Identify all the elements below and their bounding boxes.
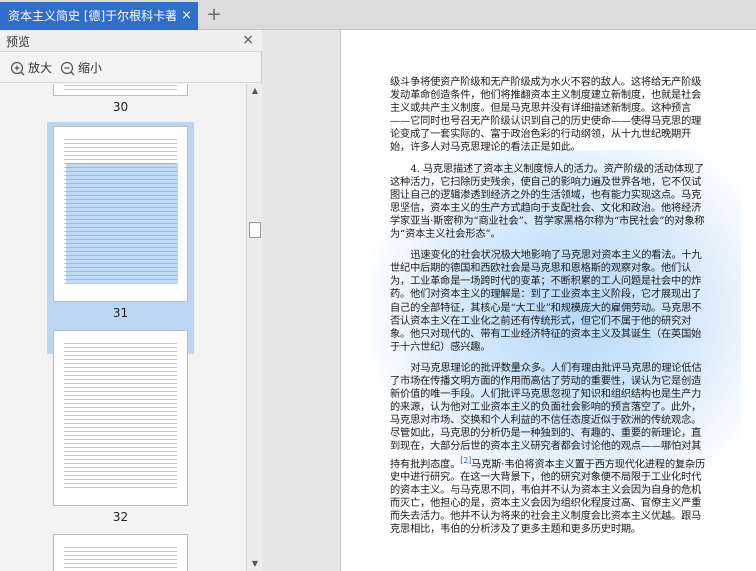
- page-thumbnail-32[interactable]: [53, 330, 188, 506]
- page-number-31: 31: [112, 306, 129, 320]
- zoom-out-label: 缩小: [78, 61, 103, 75]
- preview-title: 预览: [6, 35, 31, 49]
- document-page: 级斗争将使资产阶级和无产阶级成为水火不容的敌人。这将给无产阶级发动革命创造条件，…: [340, 30, 756, 571]
- paragraph-3: 对马克思理论的批评数量众多。人们有理由批评马克思的理论低估了市场在传播文明方面的…: [390, 362, 710, 537]
- zoom-out-icon: [60, 61, 75, 76]
- zoom-toolbar: 放大 缩小: [0, 53, 262, 83]
- zoom-in-label: 放大: [28, 61, 53, 75]
- close-tab-icon[interactable]: ×: [181, 2, 192, 30]
- document-view[interactable]: 级斗争将使资产阶级和无产阶级成为水火不容的敌人。这将给无产阶级发动革命创造条件，…: [263, 30, 756, 571]
- thumbnail-text-lines: [64, 547, 177, 571]
- tab-title: 资本主义简史 [德]于尔根科卡著: [8, 9, 176, 23]
- document-tab[interactable]: 资本主义简史 [德]于尔根科卡著 ×: [0, 2, 198, 30]
- paragraph-2: 迅速变化的社会状况极大地影响了马克思对资本主义的看法。十九世纪中后期的德国和西欧…: [390, 250, 702, 353]
- page-thumbnail-33[interactable]: [53, 534, 188, 571]
- thumbnail-text-lines: [64, 343, 177, 491]
- scroll-down-arrow-icon[interactable]: ▼: [247, 557, 263, 571]
- preview-panel: 预览 × 放大 缩小 30 31 32 ▲ ▼: [0, 30, 262, 571]
- page-text: 级斗争将使资产阶级和无产阶级成为水火不容的敌人。这将给无产阶级发动革命创造条件，…: [390, 76, 710, 544]
- paragraph-3-part-a: 对马克思理论的批评数量众多。人们有理由批评马克思的理论低估了市场在传播文明方面的…: [390, 362, 702, 470]
- thumbnail-scrollbar[interactable]: ▲ ▼: [246, 84, 262, 571]
- paragraph-0: 级斗争将使资产阶级和无产阶级成为水火不容的敌人。这将给无产阶级发动革命创造条件，…: [390, 77, 702, 154]
- page-number-32: 32: [112, 510, 129, 524]
- page-number-30: 30: [112, 100, 129, 114]
- paragraph-1: 4. 马克思描述了资本主义制度惊人的活力。资产阶级的活动体现了这种活力，它扫除历…: [390, 163, 705, 241]
- page-thumbnail-31[interactable]: [53, 126, 188, 302]
- paragraph-3-part-b: 马克斯·韦伯将资本主义置于西方现代化进程的复杂历史中进行研究。在这一大背景下，他…: [390, 458, 706, 536]
- preview-header: 预览 ×: [0, 30, 262, 52]
- thumbnail-list: 30 31 32: [0, 84, 246, 571]
- close-preview-icon[interactable]: ×: [242, 32, 254, 48]
- scroll-up-arrow-icon[interactable]: ▲: [247, 84, 263, 98]
- zoom-in-button[interactable]: 放大: [10, 59, 52, 77]
- tab-bar: 资本主义简史 [德]于尔根科卡著 × +: [0, 0, 756, 30]
- zoom-out-button[interactable]: 缩小: [60, 59, 102, 77]
- page-thumbnail-30[interactable]: [53, 84, 188, 96]
- zoom-in-icon: [10, 61, 25, 76]
- thumbnail-text-lines: [64, 84, 177, 91]
- new-tab-button[interactable]: +: [204, 4, 224, 26]
- thumbnail-text-lines: [64, 139, 177, 287]
- footnote-link[interactable]: [2]: [460, 456, 471, 465]
- scrollbar-thumb[interactable]: [249, 222, 261, 238]
